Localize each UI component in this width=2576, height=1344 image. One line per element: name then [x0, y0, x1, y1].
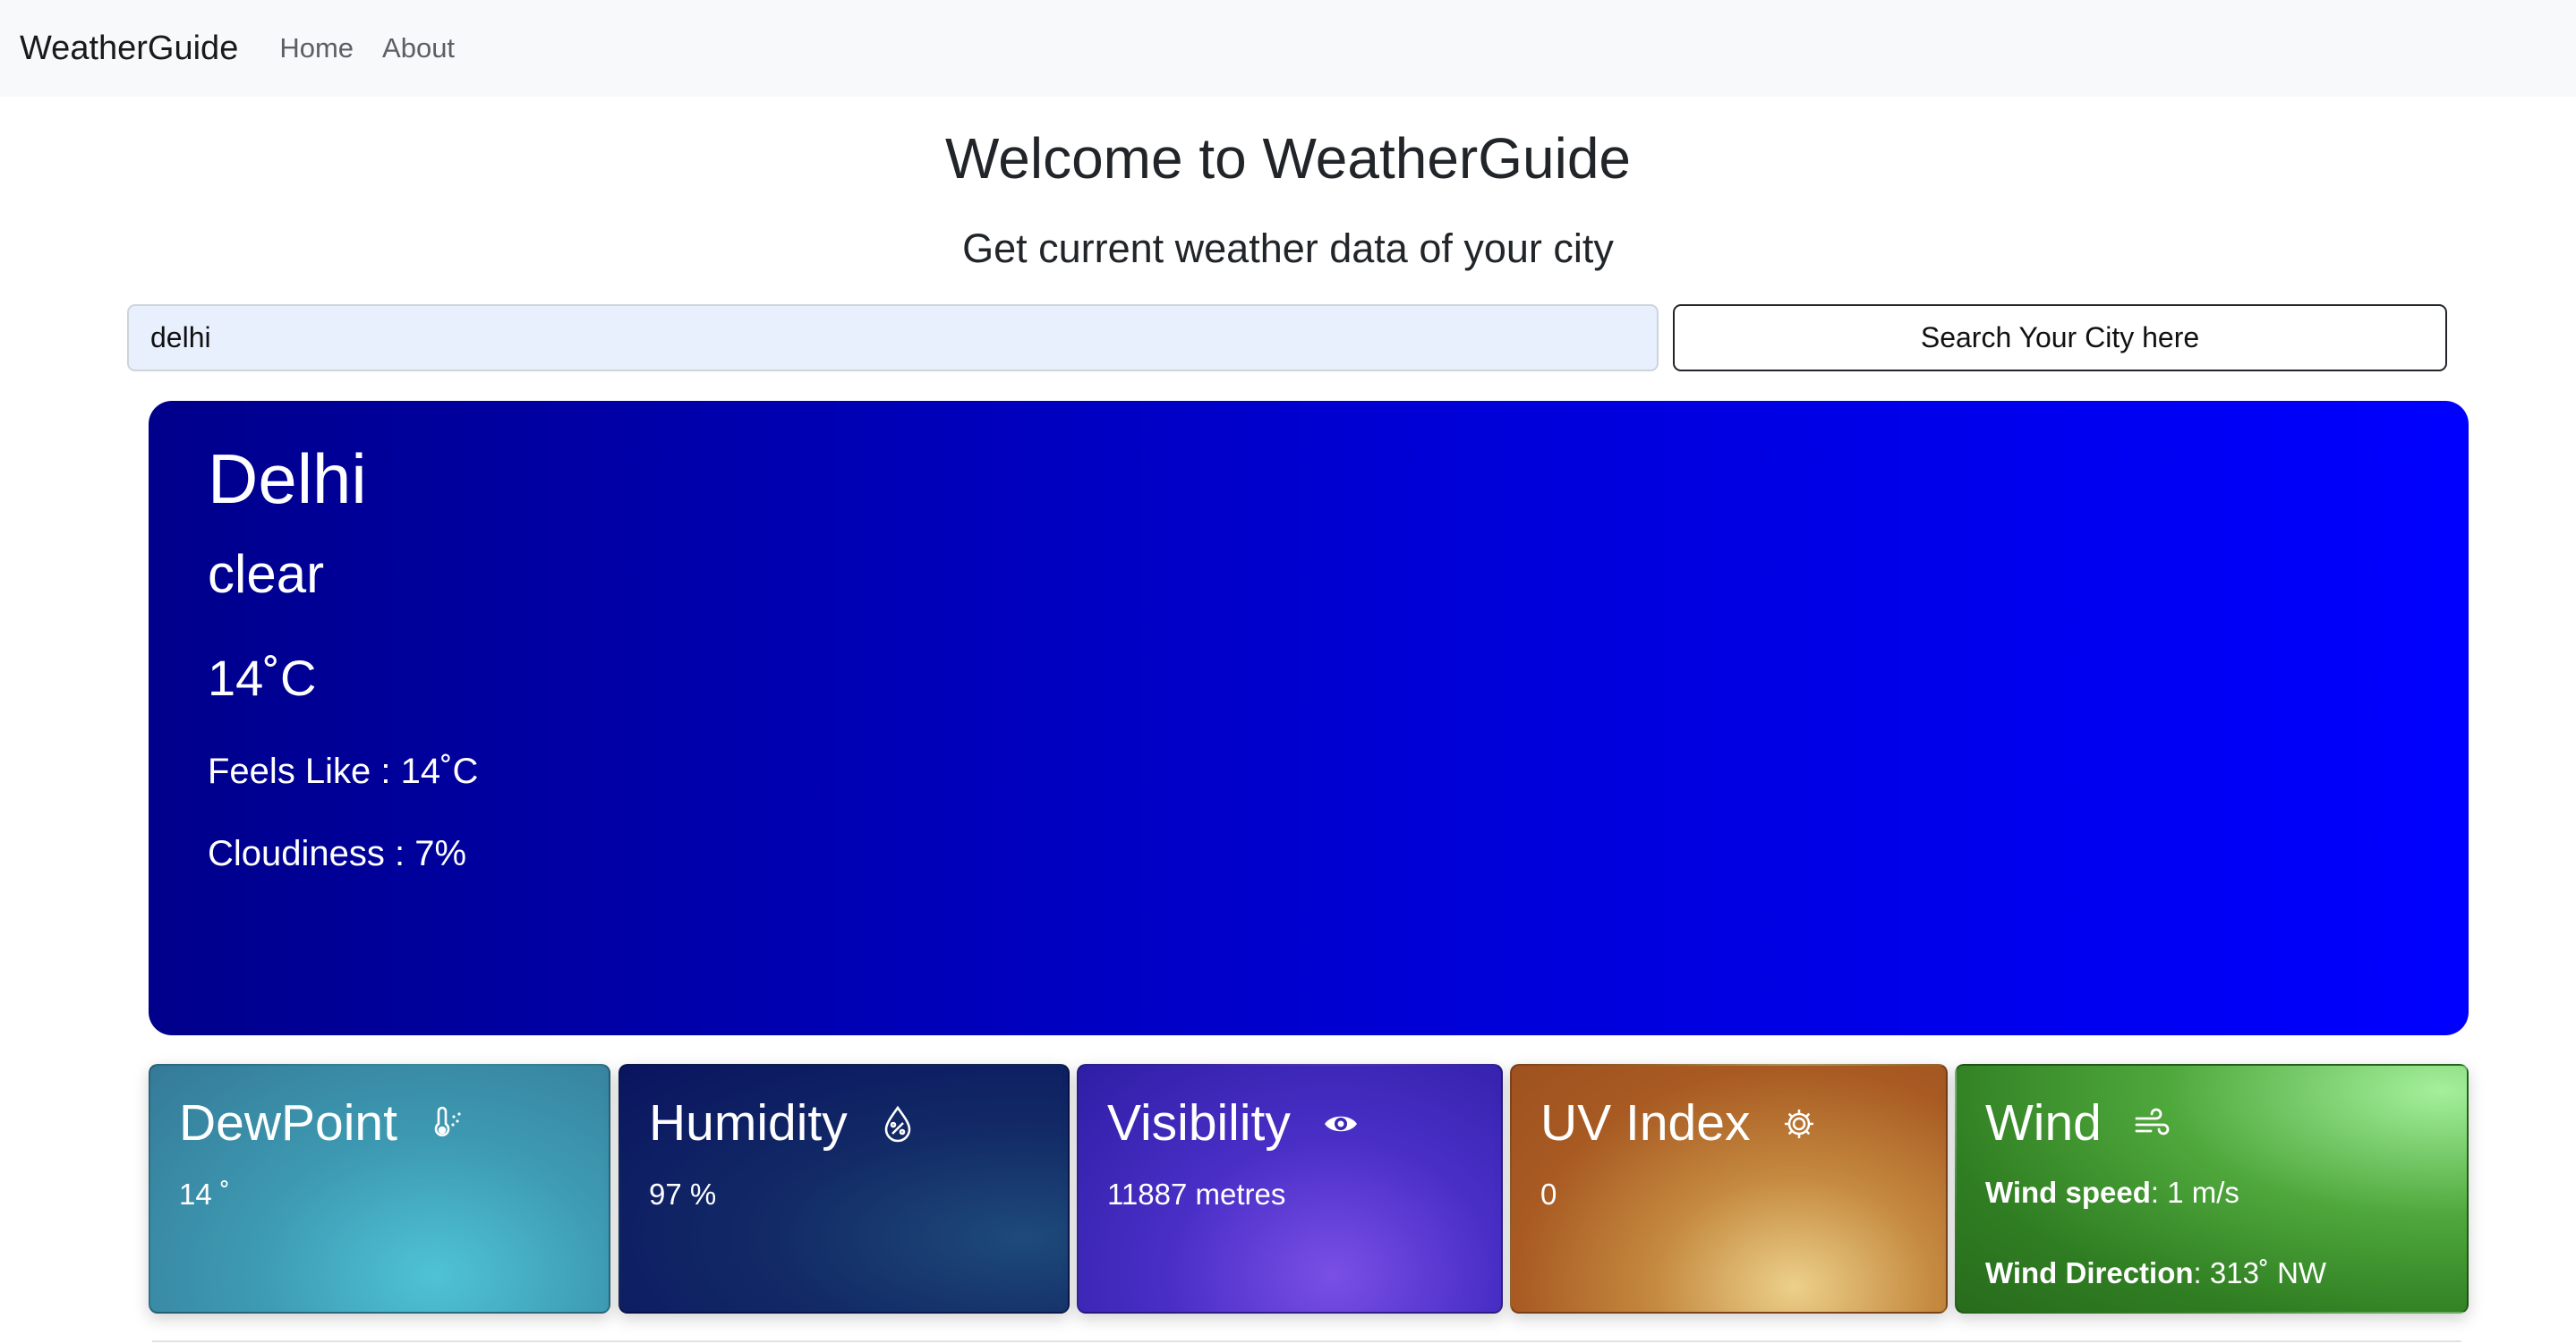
feels-like: Feels Like : 14˚C [208, 752, 479, 791]
droplet-percent-icon [880, 1105, 916, 1143]
cloudiness: Cloudiness : 7% [208, 834, 467, 873]
eye-icon [1323, 1110, 1359, 1137]
current-weather-card: Delhi clear 14˚C Feels Like : 14˚C Cloud… [149, 401, 2469, 1035]
search-city-button[interactable]: Search Your City here [1673, 304, 2447, 371]
visibility-title: Visibility [1107, 1094, 1291, 1152]
humidity-value: 97 % [649, 1178, 717, 1211]
weather-condition: clear [208, 544, 325, 604]
wind-card: Wind Wind speed: 1 m/s Wind Direction: 3… [1955, 1064, 2469, 1314]
nav-link-home[interactable]: Home [279, 32, 354, 64]
humidity-card: Humidity 97 % [618, 1064, 1070, 1314]
brand-link[interactable]: WeatherGuide [20, 30, 238, 68]
humidity-title: Humidity [649, 1094, 848, 1152]
dewpoint-title: DewPoint [179, 1094, 397, 1152]
wind-speed: Wind speed: 1 m/s [1985, 1176, 2467, 1210]
wind-speed-label: Wind speed [1985, 1176, 2151, 1209]
uv-index-title: UV Index [1540, 1094, 1751, 1152]
visibility-value: 11887 metres [1107, 1178, 1286, 1211]
visibility-card: Visibility 11887 metres [1077, 1064, 1503, 1314]
uv-index-value: 0 [1540, 1178, 1557, 1211]
bottom-divider [152, 1340, 2461, 1342]
wind-direction: Wind Direction: 313˚ NW [1985, 1256, 2467, 1290]
wind-speed-value: : 1 m/s [2150, 1176, 2239, 1209]
dewpoint-value: 14 ˚ [179, 1178, 230, 1211]
city-name: Delhi [208, 439, 367, 518]
city-search-input[interactable] [127, 304, 1659, 371]
thermometer-snow-icon [430, 1106, 465, 1142]
wind-direction-value: : 313˚ NW [2193, 1256, 2327, 1289]
gear-sun-icon [1782, 1107, 1816, 1141]
nav-link-about[interactable]: About [382, 32, 455, 64]
dewpoint-card: DewPoint 14 ˚ [149, 1064, 610, 1314]
wind-direction-label: Wind Direction [1985, 1256, 2194, 1289]
uv-index-card: UV Index 0 [1510, 1064, 1948, 1314]
navbar: WeatherGuide Home About [0, 0, 2576, 97]
temperature: 14˚C [208, 650, 317, 706]
wind-icon [2134, 1108, 2170, 1140]
page-title: Welcome to WeatherGuide [945, 126, 1631, 191]
page-subtitle: Get current weather data of your city [962, 225, 1614, 271]
wind-title: Wind [1985, 1094, 2102, 1152]
